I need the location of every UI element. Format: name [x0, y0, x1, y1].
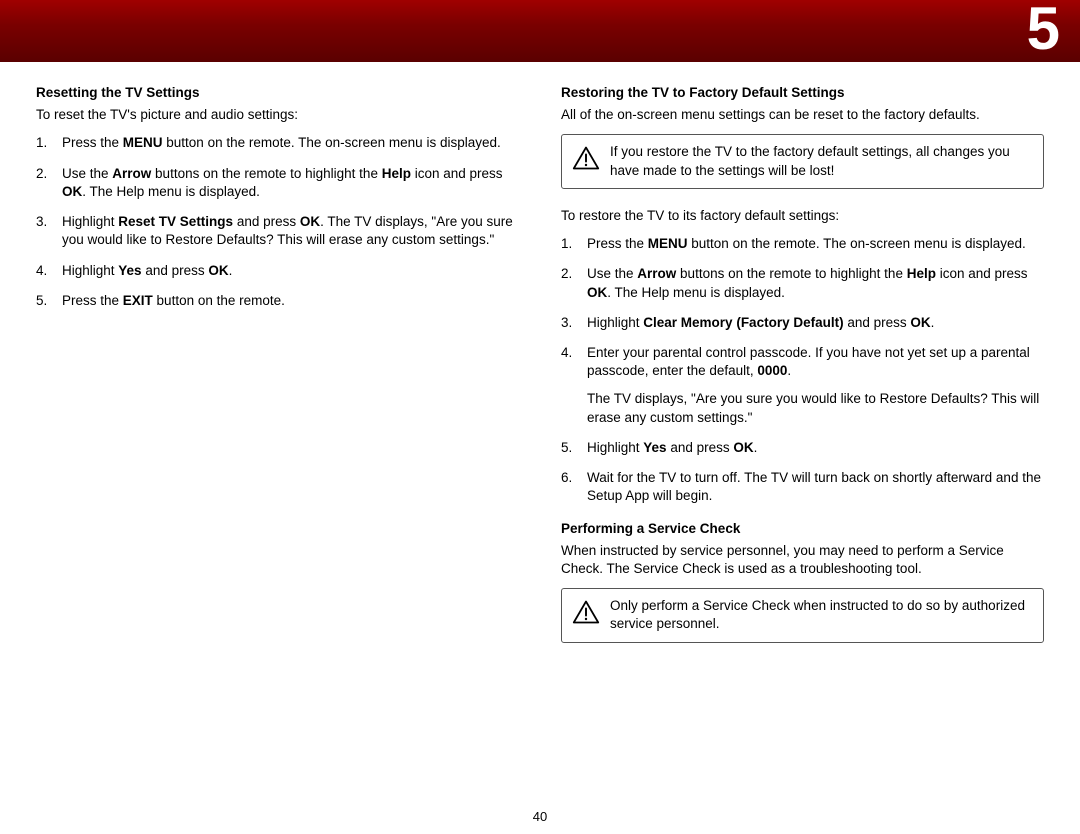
- list-item: Use the Arrow buttons on the remote to h…: [561, 265, 1044, 301]
- warning-text: If you restore the TV to the factory def…: [610, 143, 1033, 179]
- restore-intro: All of the on-screen menu settings can b…: [561, 106, 1044, 124]
- section-heading-reset: Resetting the TV Settings: [36, 84, 519, 102]
- restore-steps: Press the MENU button on the remote. The…: [561, 235, 1044, 505]
- list-item: Enter your parental control passcode. If…: [561, 344, 1044, 427]
- right-column: Restoring the TV to Factory Default Sett…: [561, 84, 1044, 661]
- list-item: Highlight Reset TV Settings and press OK…: [36, 213, 519, 249]
- page-body: Resetting the TV Settings To reset the T…: [0, 62, 1080, 661]
- reset-steps: Press the MENU button on the remote. The…: [36, 134, 519, 310]
- warning-text: Only perform a Service Check when instru…: [610, 597, 1033, 633]
- left-column: Resetting the TV Settings To reset the T…: [36, 84, 519, 661]
- chapter-header-band: 5: [0, 0, 1080, 62]
- warning-icon: [572, 145, 600, 171]
- chapter-number: 5: [1027, 0, 1060, 63]
- list-item: Press the EXIT button on the remote.: [36, 292, 519, 310]
- list-item: Use the Arrow buttons on the remote to h…: [36, 165, 519, 201]
- service-intro: When instructed by service personnel, yo…: [561, 542, 1044, 578]
- section-heading-service: Performing a Service Check: [561, 520, 1044, 538]
- warning-box-restore: If you restore the TV to the factory def…: [561, 134, 1044, 188]
- list-item: Press the MENU button on the remote. The…: [36, 134, 519, 152]
- list-item-sub: The TV displays, "Are you sure you would…: [587, 390, 1044, 426]
- restore-intro2: To restore the TV to its factory default…: [561, 207, 1044, 225]
- warning-box-service: Only perform a Service Check when instru…: [561, 588, 1044, 642]
- section-heading-restore: Restoring the TV to Factory Default Sett…: [561, 84, 1044, 102]
- reset-intro: To reset the TV's picture and audio sett…: [36, 106, 519, 124]
- list-item: Wait for the TV to turn off. The TV will…: [561, 469, 1044, 505]
- list-item: Highlight Clear Memory (Factory Default)…: [561, 314, 1044, 332]
- list-item: Highlight Yes and press OK.: [561, 439, 1044, 457]
- list-item: Highlight Yes and press OK.: [36, 262, 519, 280]
- page-number: 40: [0, 809, 1080, 824]
- warning-icon: [572, 599, 600, 625]
- list-item: Press the MENU button on the remote. The…: [561, 235, 1044, 253]
